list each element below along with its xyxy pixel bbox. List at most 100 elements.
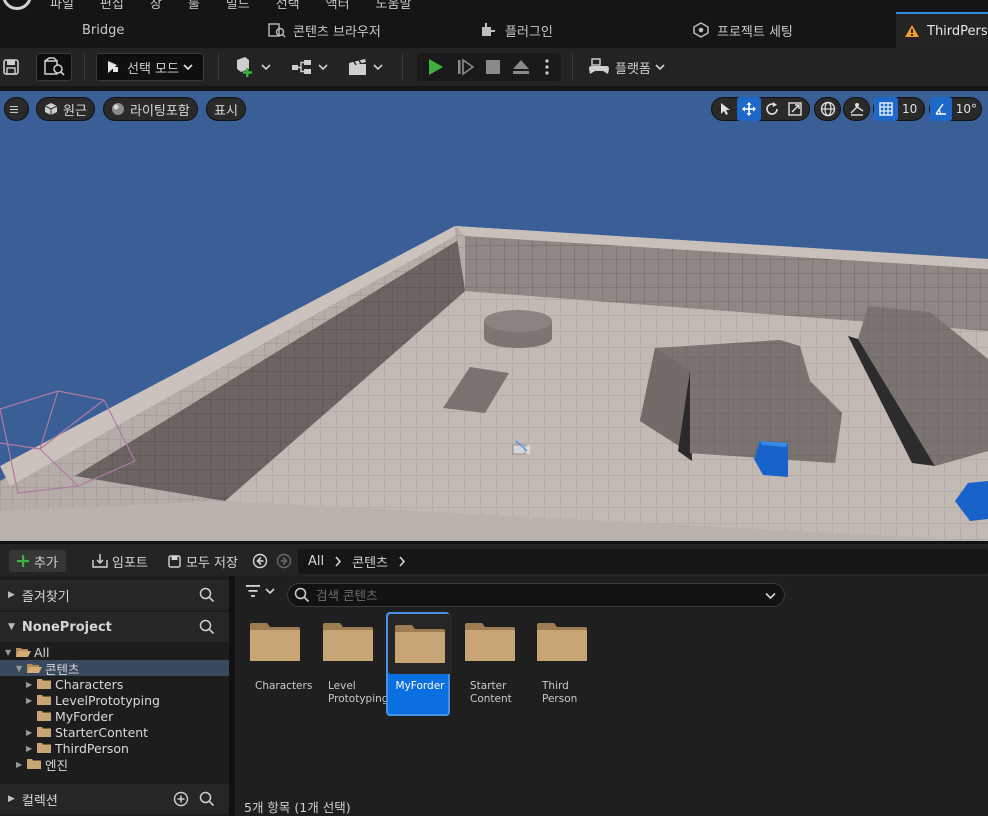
folder-thumbnail (530, 612, 594, 672)
menu-tools[interactable]: 툴 (188, 0, 200, 12)
asset-view: Characters Level Prototyping MyForder St… (235, 576, 988, 816)
asset-folder-thirdperson[interactable]: Third Person (530, 612, 594, 716)
menu-build[interactable]: 빌드 (226, 0, 250, 12)
filter-icon (246, 585, 260, 597)
select-mode-icon (108, 61, 118, 73)
breadcrumb-content[interactable]: 콘텐츠 (352, 552, 388, 571)
tree-item-characters[interactable]: ▶ Characters (0, 676, 229, 692)
rotation-snap-icon[interactable] (930, 97, 952, 121)
history-back-icon[interactable] (252, 550, 268, 572)
translate-tool-icon[interactable] (737, 97, 761, 121)
folder-thumbnail (458, 612, 522, 672)
surface-snap-toggle[interactable] (843, 97, 870, 121)
save-icon[interactable] (0, 53, 22, 81)
favorites-label: 즐겨찾기 (21, 589, 70, 605)
tab-project-settings[interactable]: 프로젝트 세팅 (692, 12, 793, 48)
grid-snap-value[interactable]: 10 (898, 102, 921, 116)
tab-plugins[interactable]: 플러그인 (480, 12, 553, 48)
favorites-header[interactable]: ▶ 즐겨찾기 (0, 580, 229, 610)
tree-item-levelprototyping[interactable]: ▶ LevelPrototyping (0, 692, 229, 708)
tree-item-engine[interactable]: ▶ 엔진 (0, 756, 229, 773)
chevron-right-icon[interactable] (398, 556, 406, 567)
cube-icon (44, 103, 58, 115)
expand-arrow-icon[interactable]: ▶ (26, 744, 36, 753)
tab-bridge[interactable]: Bridge (82, 12, 124, 48)
collapse-arrow-icon[interactable]: ▼ (5, 648, 15, 657)
asset-folder-myforder[interactable]: MyForder (386, 612, 452, 716)
select-tool-icon[interactable] (714, 97, 737, 121)
save-all-button[interactable]: 모두 저장 (168, 550, 238, 572)
tree-item-startercontent[interactable]: ▶ StarterContent (0, 724, 229, 740)
expand-arrow-icon[interactable]: ▶ (8, 794, 15, 804)
folder-icon (250, 623, 300, 661)
platform-dropdown[interactable]: 플랫폼 (586, 53, 668, 81)
chevron-down-icon[interactable] (765, 592, 776, 600)
add-collection-icon[interactable] (173, 791, 189, 807)
tree-item-content[interactable]: ▼ 콘텐츠 (0, 660, 229, 677)
project-label: NoneProject (21, 619, 112, 635)
level-viewport[interactable]: 원근 라이팅포함 표시 10 10° (0, 91, 988, 541)
item-count-status: 5개 항목 (1개 선택) (244, 800, 351, 815)
asset-folder-characters[interactable]: Characters (243, 612, 312, 716)
skip-frame-icon[interactable] (451, 53, 479, 81)
expand-arrow-icon[interactable]: ▶ (26, 680, 36, 689)
search-icon[interactable] (199, 587, 215, 603)
content-browser-button[interactable] (36, 53, 72, 81)
asset-folder-startercontent[interactable]: Starter Content (458, 612, 522, 716)
view-mode-dropdown[interactable]: 라이팅포함 (103, 97, 198, 121)
cinematics-dropdown[interactable] (344, 53, 386, 81)
show-flags-dropdown[interactable]: 표시 (206, 97, 246, 121)
history-forward-icon[interactable] (276, 550, 292, 572)
rotation-snap-value[interactable]: 10° (952, 102, 981, 116)
expand-arrow-icon[interactable]: ▶ (26, 696, 36, 705)
tree-item-myforder[interactable]: MyForder (0, 708, 229, 724)
tree-item-thirdperson[interactable]: ▶ ThirdPerson (0, 740, 229, 756)
stop-icon[interactable] (479, 53, 507, 81)
scale-tool-icon[interactable] (784, 97, 807, 121)
menu-actor[interactable]: 액터 (326, 0, 350, 12)
tree-item-label: 엔진 (45, 757, 69, 773)
chevron-right-icon[interactable] (334, 556, 342, 567)
rotate-tool-icon[interactable] (761, 97, 784, 121)
add-actor-dropdown[interactable] (232, 53, 272, 81)
import-button[interactable]: 임포트 (92, 550, 148, 572)
search-icon[interactable] (199, 619, 215, 635)
perspective-dropdown[interactable]: 원근 (36, 97, 95, 121)
tab-bar: Bridge 콘텐츠 브라우저 플러그인 프로젝트 세팅 ThirdPers (0, 12, 988, 48)
world-local-toggle[interactable] (814, 97, 841, 121)
tab-level-thirdperson[interactable]: ThirdPers (896, 12, 988, 48)
menu-help[interactable]: 도움말 (376, 0, 412, 12)
play-icon[interactable] (421, 53, 449, 81)
eject-icon[interactable] (507, 53, 535, 81)
grid-snap-control[interactable]: 10 (873, 97, 925, 121)
viewport-menu-button[interactable] (4, 97, 29, 121)
filter-dropdown[interactable] (245, 584, 275, 598)
blueprint-dropdown[interactable] (288, 53, 330, 81)
sources-panel: ▶ 즐겨찾기 ▼ NoneProject ▼ All ▼ 콘텐츠 ▶ Chara… (0, 576, 229, 816)
collections-header[interactable]: ▶ 컬렉션 (0, 784, 229, 814)
unreal-logo-icon[interactable] (0, 0, 34, 12)
collapse-arrow-icon[interactable]: ▼ (16, 664, 26, 673)
search-icon[interactable] (199, 791, 215, 807)
import-label: 임포트 (112, 555, 148, 571)
breadcrumb-all[interactable]: All (308, 554, 324, 569)
select-mode-dropdown[interactable]: 선택 모드 (96, 53, 204, 81)
search-input[interactable] (316, 587, 756, 603)
project-header[interactable]: ▼ NoneProject (0, 612, 229, 642)
search-icon (294, 587, 310, 603)
menu-window[interactable]: 창 (150, 0, 162, 12)
menu-edit[interactable]: 편집 (100, 0, 124, 12)
add-button[interactable]: 추가 (9, 550, 66, 572)
rotation-snap-control[interactable]: 10° (929, 97, 982, 121)
expand-arrow-icon[interactable]: ▶ (16, 760, 26, 769)
tree-item-all[interactable]: ▼ All (0, 644, 229, 660)
grid-snap-icon[interactable] (874, 97, 898, 121)
expand-arrow-icon[interactable]: ▶ (8, 590, 15, 600)
asset-folder-levelprototyping[interactable]: Level Prototyping (316, 612, 388, 716)
menu-file[interactable]: 파일 (50, 0, 74, 12)
menu-select[interactable]: 선택 (276, 0, 300, 12)
collapse-arrow-icon[interactable]: ▼ (8, 622, 15, 632)
expand-arrow-icon[interactable]: ▶ (26, 728, 36, 737)
play-options-menu-icon[interactable] (535, 53, 559, 81)
tab-content-browser[interactable]: 콘텐츠 브라우저 (268, 12, 381, 48)
